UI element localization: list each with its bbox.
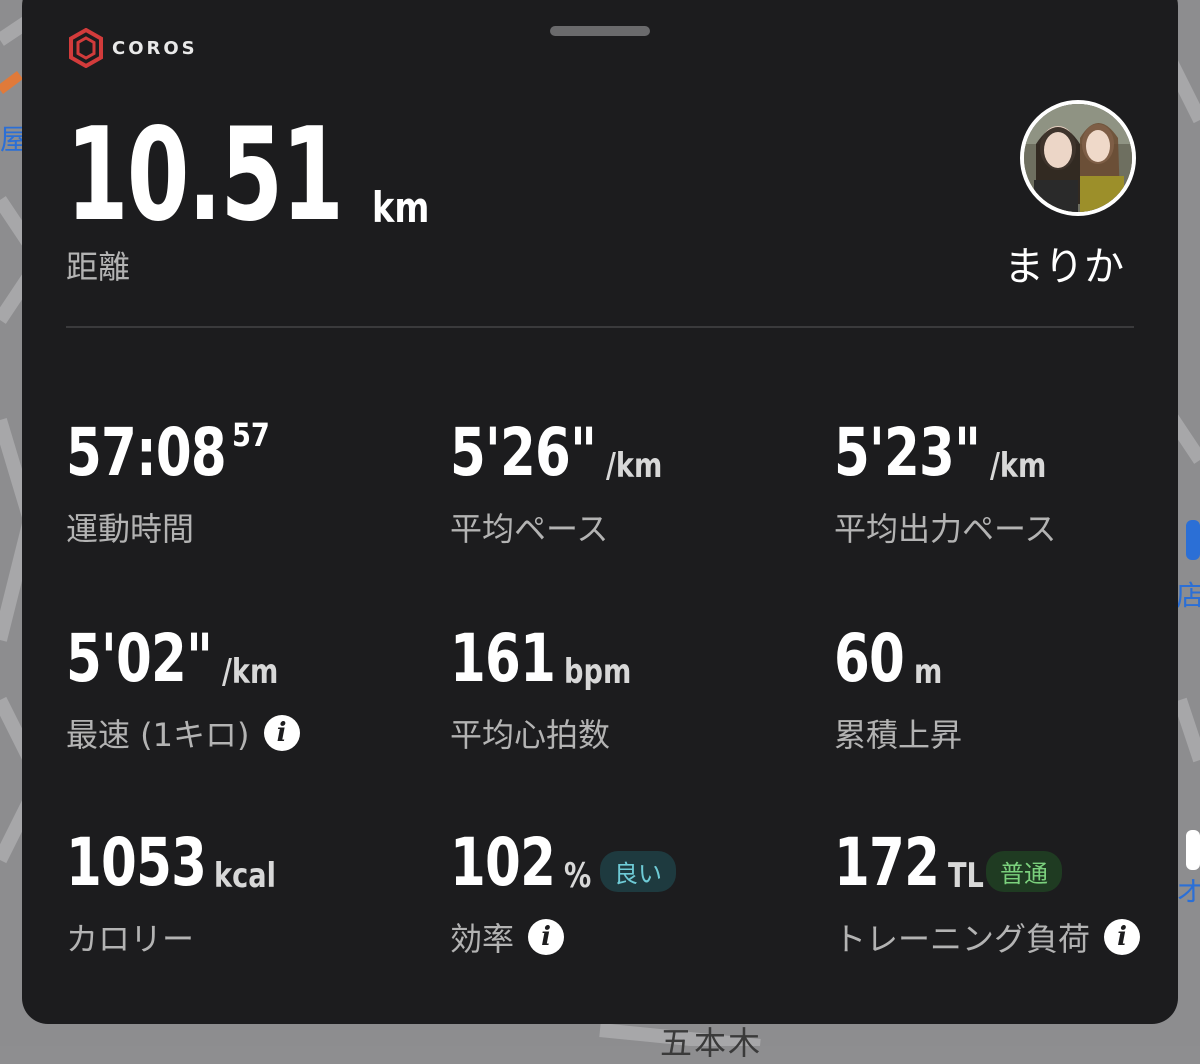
map-place-label: 五本木 — [660, 1024, 763, 1062]
stat-unit: % — [564, 856, 592, 896]
divider — [66, 326, 1134, 328]
stat-value: 1053 — [66, 824, 207, 901]
stat-value: 172 — [834, 824, 940, 901]
stat-training-load: 172 TL 普通 トレーニング負荷 i — [834, 824, 1141, 960]
distance-value-row: 10.51 km — [66, 101, 429, 250]
stat-label: 累積上昇 — [834, 716, 963, 754]
stat-value: 5'02" — [66, 620, 213, 697]
stat-label: トレーニング負荷 — [834, 920, 1091, 958]
stat-value: 5'26" — [450, 414, 597, 491]
distance-unit: km — [372, 183, 430, 232]
stat-avg-power-pace: 5'23" /km 平均出力ペース — [834, 420, 1056, 550]
map-place-label: 店 — [1176, 579, 1200, 612]
stat-calories: 1053 kcal カロリー — [66, 824, 276, 960]
stat-label: 平均心拍数 — [450, 716, 611, 754]
map-place-label: オ — [1176, 875, 1200, 908]
stat-best-km: 5'02" /km 最速 (1キロ) i — [66, 626, 300, 756]
user-name: まりか — [1004, 244, 1124, 290]
stat-unit: TL — [948, 856, 984, 896]
stat-unit: /km — [606, 446, 663, 486]
activity-summary-card: COROS 10.51 km 距離 まりか 57:08 57 運動時間 5'26… — [22, 0, 1178, 1024]
status-badge: 良い — [600, 851, 676, 892]
stat-value: 102 — [450, 824, 556, 901]
stat-unit: bpm — [564, 652, 632, 692]
stat-moving-time: 57:08 57 運動時間 — [66, 414, 271, 550]
stat-superscript: 57 — [232, 416, 270, 454]
stat-label: 効率 — [450, 920, 515, 958]
coros-logo: COROS — [68, 28, 198, 68]
distance-label: 距離 — [66, 248, 131, 286]
stat-unit: kcal — [214, 856, 276, 896]
info-icon[interactable]: i — [1104, 919, 1141, 955]
stat-value: 57:08 — [66, 414, 227, 491]
status-badge: 普通 — [986, 851, 1062, 892]
stat-unit: m — [914, 652, 943, 692]
stat-label: 運動時間 — [66, 510, 195, 548]
stat-value: 60 — [834, 620, 905, 697]
coros-logo-icon — [69, 28, 103, 68]
distance-value: 10.51 — [66, 101, 344, 250]
stat-avg-hr: 161 bpm 平均心拍数 — [450, 620, 631, 756]
info-icon[interactable]: i — [263, 715, 300, 751]
stat-label: カロリー — [66, 920, 195, 958]
stat-unit: /km — [990, 446, 1047, 486]
stat-label: 平均出力ペース — [834, 510, 1057, 548]
stat-avg-pace: 5'26" /km 平均ペース — [450, 414, 662, 550]
stat-unit: /km — [222, 652, 279, 692]
avatar[interactable] — [1020, 100, 1136, 216]
logo-text: COROS — [112, 37, 198, 59]
info-icon[interactable]: i — [528, 919, 565, 955]
stat-label: 最速 (1キロ) — [66, 716, 250, 754]
stat-value: 161 — [450, 620, 556, 697]
stat-value: 5'23" — [834, 414, 981, 491]
stat-elevation-gain: 60 m 累積上昇 — [834, 626, 962, 756]
stat-label: 平均ペース — [450, 510, 609, 548]
stat-efficiency: 102 % 良い 効率 i — [450, 824, 676, 960]
drag-handle[interactable] — [550, 26, 650, 36]
